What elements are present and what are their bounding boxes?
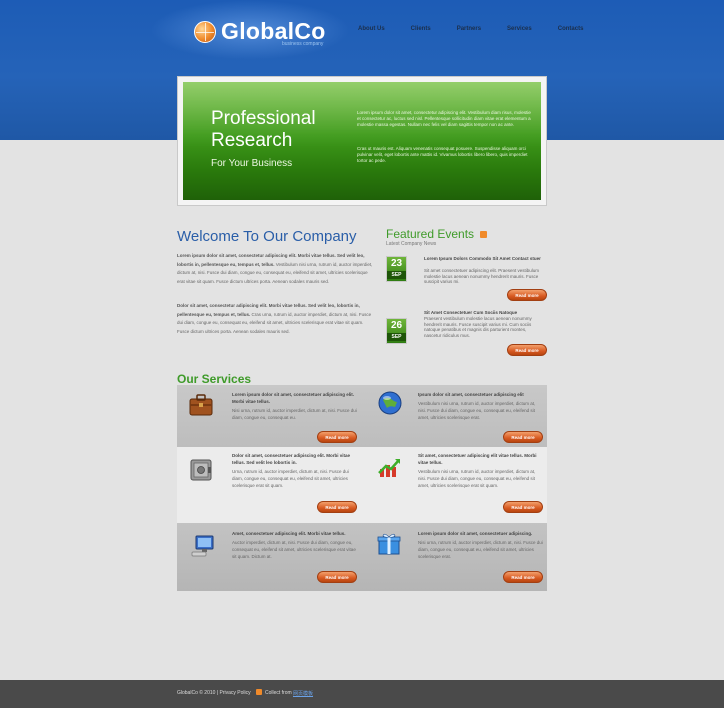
welcome-para-2: Dolor sit amet, consectetur adipiscing e… (177, 302, 375, 336)
services-title: Our Services (177, 372, 252, 386)
service-heading: Dolor sit amet, consectetuer adipiscing … (232, 453, 351, 465)
service-heading: Sit amet, consectetuer adipiscing elit v… (418, 453, 537, 465)
footer-rss-icon (256, 689, 262, 695)
footer-collect-text: Collect from (265, 690, 292, 696)
nav-item-clients[interactable]: Clients (411, 26, 431, 32)
event-month: SEP (387, 333, 406, 341)
read-more-button[interactable]: Read more (507, 289, 547, 301)
rss-icon[interactable] (480, 231, 487, 238)
banner-text-1: Lorem ipsum dolor sit amet, consectetur … (357, 110, 531, 127)
read-more-button[interactable]: Read more (317, 571, 357, 583)
nav-item-contacts[interactable]: Contacts (558, 26, 584, 32)
events-subtitle: Latest Company News (386, 241, 437, 247)
read-more-button[interactable]: Read more (507, 344, 547, 356)
footer-copyright: GlobalCo © 2010 | Privacy Policy (177, 690, 251, 696)
banner-frame: Professional Research For Your Business … (177, 76, 547, 206)
chart-arrow-icon (378, 459, 400, 477)
globe-icon (378, 391, 402, 415)
banner-title: Professional Research (211, 108, 316, 151)
read-more-button[interactable]: Read more (317, 501, 357, 513)
service-text: Urna, rutrum id, auctor imperdiet, dictu… (232, 469, 349, 488)
nav-item-services[interactable]: Services (507, 26, 532, 32)
read-more-button[interactable]: Read more (503, 431, 543, 443)
safe-icon (190, 459, 212, 481)
event-date-badge: 26 SEP (386, 318, 407, 344)
welcome-para-1: Lorem ipsum dolor sit amet, consectetur … (177, 252, 375, 286)
footer-link[interactable]: 网页模板 (293, 690, 313, 697)
footer: GlobalCo © 2010 | Privacy Policy Collect… (0, 680, 724, 708)
event-text: Praesent vestibulum molestie lacus aenea… (424, 316, 532, 338)
event-day: 26 (390, 320, 403, 331)
logo[interactable]: GlobalCo business company (194, 18, 326, 47)
event-text: Sit amet consectetuer adipiscing elit. P… (424, 268, 540, 284)
computer-icon (191, 535, 214, 557)
event-title[interactable]: Sit Amet Consectetuer Cum Sociis Natoque (424, 310, 544, 316)
banner: Professional Research For Your Business … (183, 82, 541, 200)
service-heading: Amet, consectetuer adipiscing elit. Morb… (232, 531, 346, 536)
service-text: Nisi urna, rutrum id, auctor imperdiet, … (418, 540, 543, 559)
service-heading: Lorem ipsum dolor sit amet, consectetuer… (418, 531, 533, 536)
globe-logo-icon (194, 20, 216, 43)
read-more-button[interactable]: Read more (503, 501, 543, 513)
events-title: Featured Events (386, 227, 475, 241)
main-nav: About Us Clients Partners Services Conta… (358, 26, 609, 32)
service-heading: Ipsum dolor sit amet, consectetuer adipi… (418, 392, 524, 397)
event-title[interactable]: Lorem Ipsum Dolors Commodo Sit Amet Cont… (424, 256, 544, 262)
event-date-badge: 23 SEP (386, 256, 407, 282)
logo-tagline: business company (282, 41, 324, 47)
banner-subtitle: For Your Business (211, 158, 293, 169)
event-month: SEP (387, 271, 406, 279)
service-text: Vestibulum nisi urna, rutrum id, auctor … (418, 401, 536, 420)
service-heading: Lorem ipsum dolor sit amet, consectetuer… (232, 392, 355, 404)
nav-item-about-us[interactable]: About Us (358, 26, 385, 32)
gift-icon (377, 533, 401, 555)
service-text: Nisi urna, rutrum id, auctor imperdiet, … (232, 408, 357, 420)
briefcase-icon (189, 394, 213, 416)
banner-text-2: Cras ut mauris est. Aliquam venenatis co… (357, 146, 528, 163)
welcome-title: Welcome To Our Company (177, 228, 357, 245)
event-day: 23 (390, 258, 403, 269)
service-text: Auctor imperdiet, dictum at, nisi. Fusce… (232, 540, 356, 559)
read-more-button[interactable]: Read more (503, 571, 543, 583)
nav-item-partners[interactable]: Partners (457, 26, 481, 32)
service-text: Vestibulum nisi urna, rutrum id, auctor … (418, 469, 536, 488)
read-more-button[interactable]: Read more (317, 431, 357, 443)
